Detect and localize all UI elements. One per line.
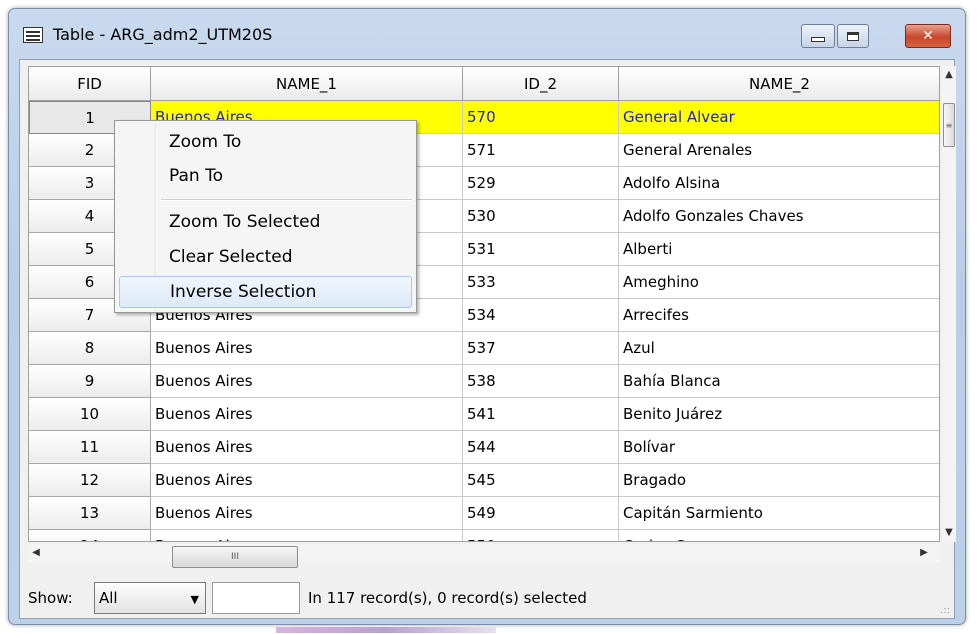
name2-cell[interactable]: General Alvear	[619, 101, 939, 134]
name1-cell[interactable]: Buenos Aires	[151, 464, 463, 497]
horizontal-scrollbar[interactable]: ◀ III ▶	[28, 544, 940, 568]
name2-cell[interactable]: Bahía Blanca	[619, 365, 939, 398]
show-label: Show:	[28, 589, 73, 607]
id2-cell[interactable]: 529	[463, 167, 619, 200]
resize-grip-icon[interactable]: .::	[940, 605, 950, 616]
fid-cell[interactable]: 9	[29, 365, 151, 398]
menu-item-pan-to[interactable]: Pan To	[119, 160, 412, 192]
name2-cell[interactable]: Adolfo Alsina	[619, 167, 939, 200]
id2-cell[interactable]: 533	[463, 266, 619, 299]
id2-cell[interactable]: 531	[463, 233, 619, 266]
table-footer: Show: All ▼ In 117 record(s), 0 record(s…	[28, 582, 940, 614]
menu-item-zoom-to-selected[interactable]: Zoom To Selected	[119, 206, 412, 238]
table-row[interactable]: 8 Buenos Aires 537 Azul	[29, 332, 939, 365]
fid-cell[interactable]: 10	[29, 398, 151, 431]
name2-cell[interactable]: Carlos Casares	[619, 530, 939, 541]
maximize-icon	[847, 31, 859, 41]
minimize-icon	[811, 36, 825, 42]
name2-cell[interactable]: Adolfo Gonzales Chaves	[619, 200, 939, 233]
name1-cell[interactable]: Buenos Aires	[151, 398, 463, 431]
menu-item-clear-selected[interactable]: Clear Selected	[119, 241, 412, 273]
table-window: Table - ARG_adm2_UTM20S ✕ FID NAME_1 ID_…	[8, 8, 966, 625]
name1-cell[interactable]: Buenos Aires	[151, 365, 463, 398]
name2-cell[interactable]: Arrecifes	[619, 299, 939, 332]
minimize-button[interactable]	[801, 24, 835, 48]
fid-cell[interactable]: 12	[29, 464, 151, 497]
id2-cell[interactable]: 530	[463, 200, 619, 233]
name2-cell[interactable]: Bolívar	[619, 431, 939, 464]
fid-cell[interactable]: 14	[29, 530, 151, 541]
name1-cell[interactable]: Buenos Aires	[151, 497, 463, 530]
name2-cell[interactable]: General Arenales	[619, 134, 939, 167]
id2-cell[interactable]: 549	[463, 497, 619, 530]
id2-cell[interactable]: 538	[463, 365, 619, 398]
fid-cell[interactable]: 13	[29, 497, 151, 530]
title-bar[interactable]: Table - ARG_adm2_UTM20S ✕	[9, 9, 965, 59]
name1-cell[interactable]: Buenos Aires	[151, 431, 463, 464]
table-icon	[23, 27, 43, 43]
name2-cell[interactable]: Ameghino	[619, 266, 939, 299]
id2-cell[interactable]: 570	[463, 101, 619, 134]
name2-cell[interactable]: Bragado	[619, 464, 939, 497]
table-row[interactable]: 12 Buenos Aires 545 Bragado	[29, 464, 939, 497]
column-header-id2[interactable]: ID_2	[463, 67, 619, 101]
background-window-edge	[276, 627, 496, 633]
vertical-scroll-thumb[interactable]: ≡	[943, 103, 955, 147]
id2-cell[interactable]: 571	[463, 134, 619, 167]
filter-input[interactable]	[212, 582, 300, 614]
fid-cell[interactable]: 8	[29, 332, 151, 365]
table-row[interactable]: 9 Buenos Aires 538 Bahía Blanca	[29, 365, 939, 398]
column-header-fid[interactable]: FID	[29, 67, 151, 101]
menu-item-inverse-selection[interactable]: Inverse Selection	[119, 276, 412, 308]
table-row[interactable]: 10 Buenos Aires 541 Benito Juárez	[29, 398, 939, 431]
name2-cell[interactable]: Benito Juárez	[619, 398, 939, 431]
context-menu: Zoom To Pan To Zoom To Selected Clear Se…	[114, 120, 417, 313]
id2-cell[interactable]: 544	[463, 431, 619, 464]
name2-cell[interactable]: Capitán Sarmiento	[619, 497, 939, 530]
chevron-down-icon: ▼	[190, 593, 199, 606]
menu-separator	[161, 199, 412, 201]
vertical-scrollbar[interactable]: ▲ ≡ ▼	[942, 66, 956, 542]
id2-cell[interactable]: 534	[463, 299, 619, 332]
column-header-name1[interactable]: NAME_1	[151, 67, 463, 101]
table-row[interactable]: 14Buenos Aires550Carlos Casares	[29, 530, 939, 541]
window-title: Table - ARG_adm2_UTM20S	[53, 25, 273, 44]
scroll-up-icon[interactable]: ▲	[942, 68, 956, 82]
table-row[interactable]: 13 Buenos Aires 549 Capitán Sarmiento	[29, 497, 939, 530]
menu-item-zoom-to[interactable]: Zoom To	[119, 126, 412, 158]
id2-cell[interactable]: 545	[463, 464, 619, 497]
scroll-down-icon[interactable]: ▼	[942, 526, 956, 540]
name1-cell[interactable]: Buenos Aires	[151, 332, 463, 365]
fid-cell[interactable]: 11	[29, 431, 151, 464]
record-status: In 117 record(s), 0 record(s) selected	[308, 589, 587, 607]
id2-cell[interactable]: 541	[463, 398, 619, 431]
show-filter-value: All	[99, 589, 118, 607]
close-button[interactable]: ✕	[905, 24, 951, 48]
show-filter-select[interactable]: All ▼	[94, 582, 206, 614]
scroll-right-icon[interactable]: ▶	[916, 544, 932, 562]
close-icon: ✕	[922, 28, 934, 44]
name2-cell[interactable]: Alberti	[619, 233, 939, 266]
id2-cell[interactable]: 537	[463, 332, 619, 365]
scroll-left-icon[interactable]: ◀	[28, 544, 44, 562]
name2-cell[interactable]: Azul	[619, 332, 939, 365]
horizontal-scroll-thumb[interactable]: III	[172, 546, 298, 568]
maximize-button[interactable]	[837, 24, 869, 48]
column-header-name2[interactable]: NAME_2	[619, 67, 939, 101]
table-row[interactable]: 11 Buenos Aires 544 Bolívar	[29, 431, 939, 464]
name1-cell[interactable]: Buenos Aires	[151, 530, 463, 541]
id2-cell[interactable]: 550	[463, 530, 619, 541]
